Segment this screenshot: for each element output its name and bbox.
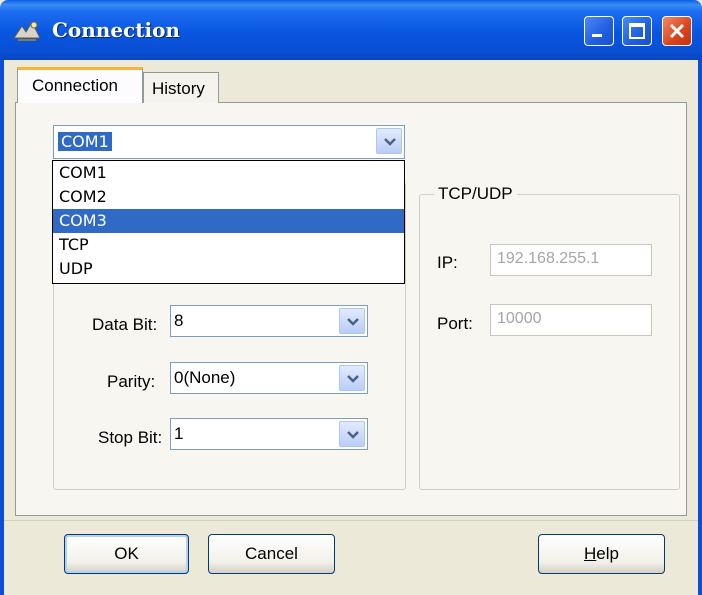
- parity-select[interactable]: 0(None): [170, 362, 368, 394]
- help-label-rest: elp: [596, 544, 619, 563]
- ip-field[interactable]: 192.168.255.1: [490, 244, 652, 276]
- minimize-icon: [592, 34, 602, 37]
- port-option-com1[interactable]: COM1: [53, 161, 404, 185]
- cancel-button[interactable]: Cancel: [208, 534, 335, 574]
- window-frame-left: [0, 60, 4, 595]
- help-accelerator: H: [584, 544, 597, 563]
- app-icon: [13, 20, 41, 41]
- button-separator: [4, 520, 698, 521]
- tcp-udp-group-title: TCP/UDP: [434, 184, 517, 204]
- data-bit-select[interactable]: 8: [170, 305, 368, 337]
- parity-dropdown-button[interactable]: [339, 365, 365, 391]
- data-bit-dropdown-button[interactable]: [339, 308, 365, 334]
- port-option-tcp[interactable]: TCP: [53, 233, 404, 257]
- port-option-com2[interactable]: COM2: [53, 185, 404, 209]
- stop-bit-select[interactable]: 1: [170, 418, 368, 450]
- chevron-down-icon: [347, 375, 359, 383]
- stop-bit-label: Stop Bit:: [98, 428, 163, 447]
- port-dropdown-list[interactable]: COM1 COM2 COM3 TCP UDP: [52, 160, 405, 284]
- close-button[interactable]: [662, 16, 692, 46]
- maximize-button[interactable]: [622, 16, 652, 46]
- stop-bit-value: 1: [174, 424, 184, 443]
- chevron-down-icon: [347, 431, 359, 439]
- port-option-udp[interactable]: UDP: [53, 257, 404, 281]
- chevron-down-icon: [347, 318, 359, 326]
- help-button[interactable]: Help: [538, 534, 665, 574]
- port-field[interactable]: 10000: [490, 304, 652, 336]
- chevron-down-icon: [384, 138, 396, 146]
- minimize-button[interactable]: [584, 16, 614, 46]
- ip-label: IP:: [437, 253, 458, 272]
- port-option-com3[interactable]: COM3: [53, 209, 404, 233]
- parity-label: Parity:: [107, 372, 156, 391]
- connection-dialog: Connection Connection History COM1 COM1 …: [0, 0, 702, 595]
- tcp-udp-group: [419, 194, 680, 490]
- title-bar[interactable]: Connection: [0, 0, 702, 60]
- port-select[interactable]: COM1: [53, 125, 405, 159]
- window-title: Connection: [52, 18, 180, 42]
- stop-bit-dropdown-button[interactable]: [339, 421, 365, 447]
- port-dropdown-button[interactable]: [376, 128, 402, 154]
- window-frame-right: [698, 60, 702, 595]
- parity-value: 0(None): [174, 368, 236, 387]
- close-icon: [669, 23, 685, 39]
- tab-connection[interactable]: Connection: [17, 67, 143, 103]
- tab-history[interactable]: History: [143, 72, 219, 103]
- port-select-value: COM1: [57, 131, 113, 152]
- maximize-icon: [629, 23, 645, 39]
- port-label: Port:: [437, 314, 473, 333]
- data-bit-label: Data Bit:: [92, 315, 158, 334]
- data-bit-value: 8: [174, 311, 184, 330]
- ok-button[interactable]: OK: [64, 534, 189, 574]
